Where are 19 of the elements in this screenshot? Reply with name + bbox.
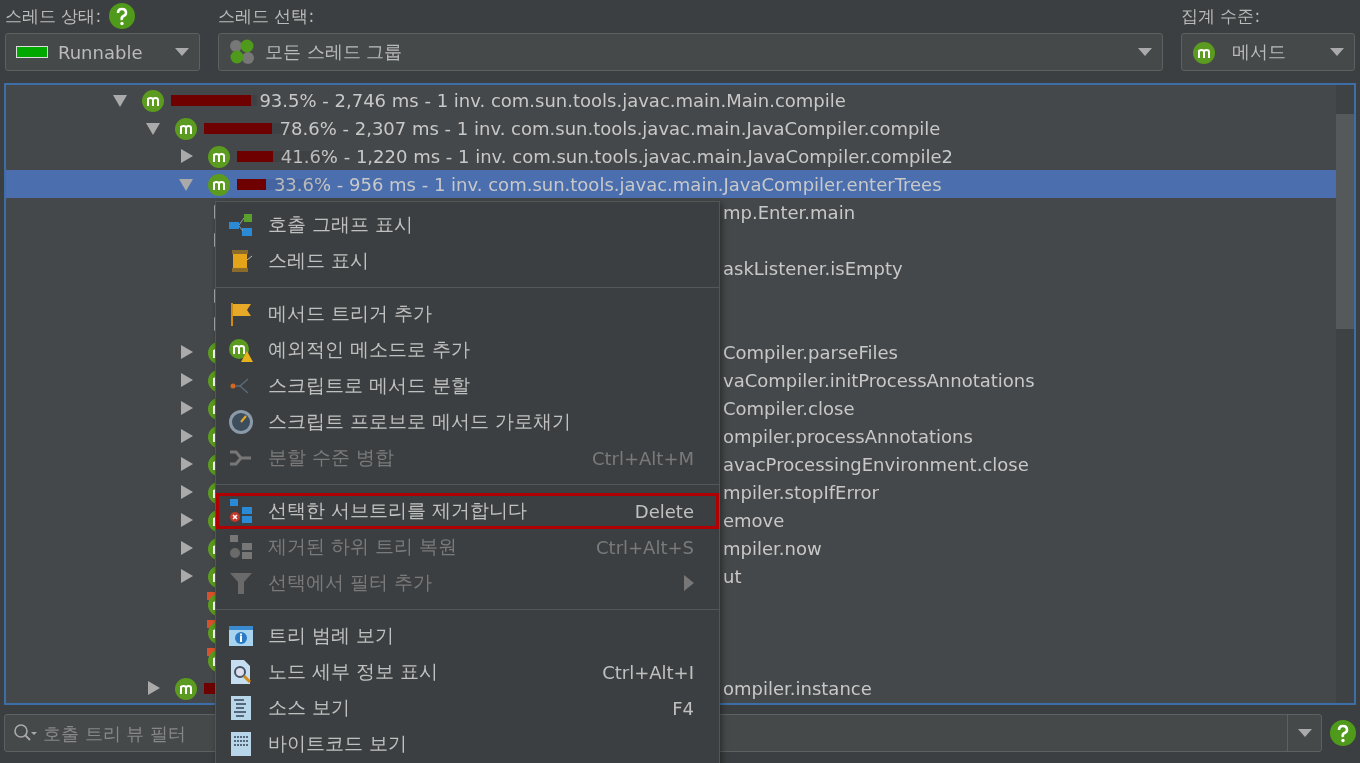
thread-status-label: 스레드 상태: — [5, 4, 102, 28]
tree-row-text: mpiler.now — [723, 537, 822, 559]
thread-selection-label: 스레드 선택: — [218, 4, 315, 28]
tree-row-text: 93.5% - 2,746 ms - 1 inv. com.sun.tools.javac.main.Main.compile — [259, 89, 846, 111]
tree-row-text: ut — [723, 565, 742, 587]
aggregation-label: 집계 수준: — [1181, 4, 1261, 28]
tree-row-text: mp.Enter.main — [723, 201, 856, 223]
tree-row-text: 78.6% - 2,307 ms - 1 inv. com.sun.tools.javac.main.JavaCompiler.compile — [279, 117, 941, 139]
tree-row-text: ompiler.instance — [723, 677, 872, 699]
tree-row-text: 33.6% - 956 ms - 1 inv. com.sun.tools.javac.main.JavaCompiler.enterTrees — [273, 173, 942, 195]
tree-row-text: avacProcessingEnvironment.close — [723, 453, 1029, 475]
tree-row-text: askListener.isEmpty — [723, 257, 903, 279]
tree-row-text: Compiler.close — [723, 397, 855, 419]
tree-row-text: vaCompiler.initProcessAnnotations — [723, 369, 1035, 391]
tree-row-text: ompiler.processAnnotations — [723, 425, 973, 447]
tree-row-text: 41.6% - 1,220 ms - 1 inv. com.sun.tools.javac.main.JavaCompiler.compile2 — [280, 145, 954, 167]
tree-row-text: Compiler.parseFiles — [723, 341, 898, 363]
tree-row-text: emove — [723, 509, 785, 531]
tree-row-text: mpiler.stopIfError — [723, 481, 879, 503]
